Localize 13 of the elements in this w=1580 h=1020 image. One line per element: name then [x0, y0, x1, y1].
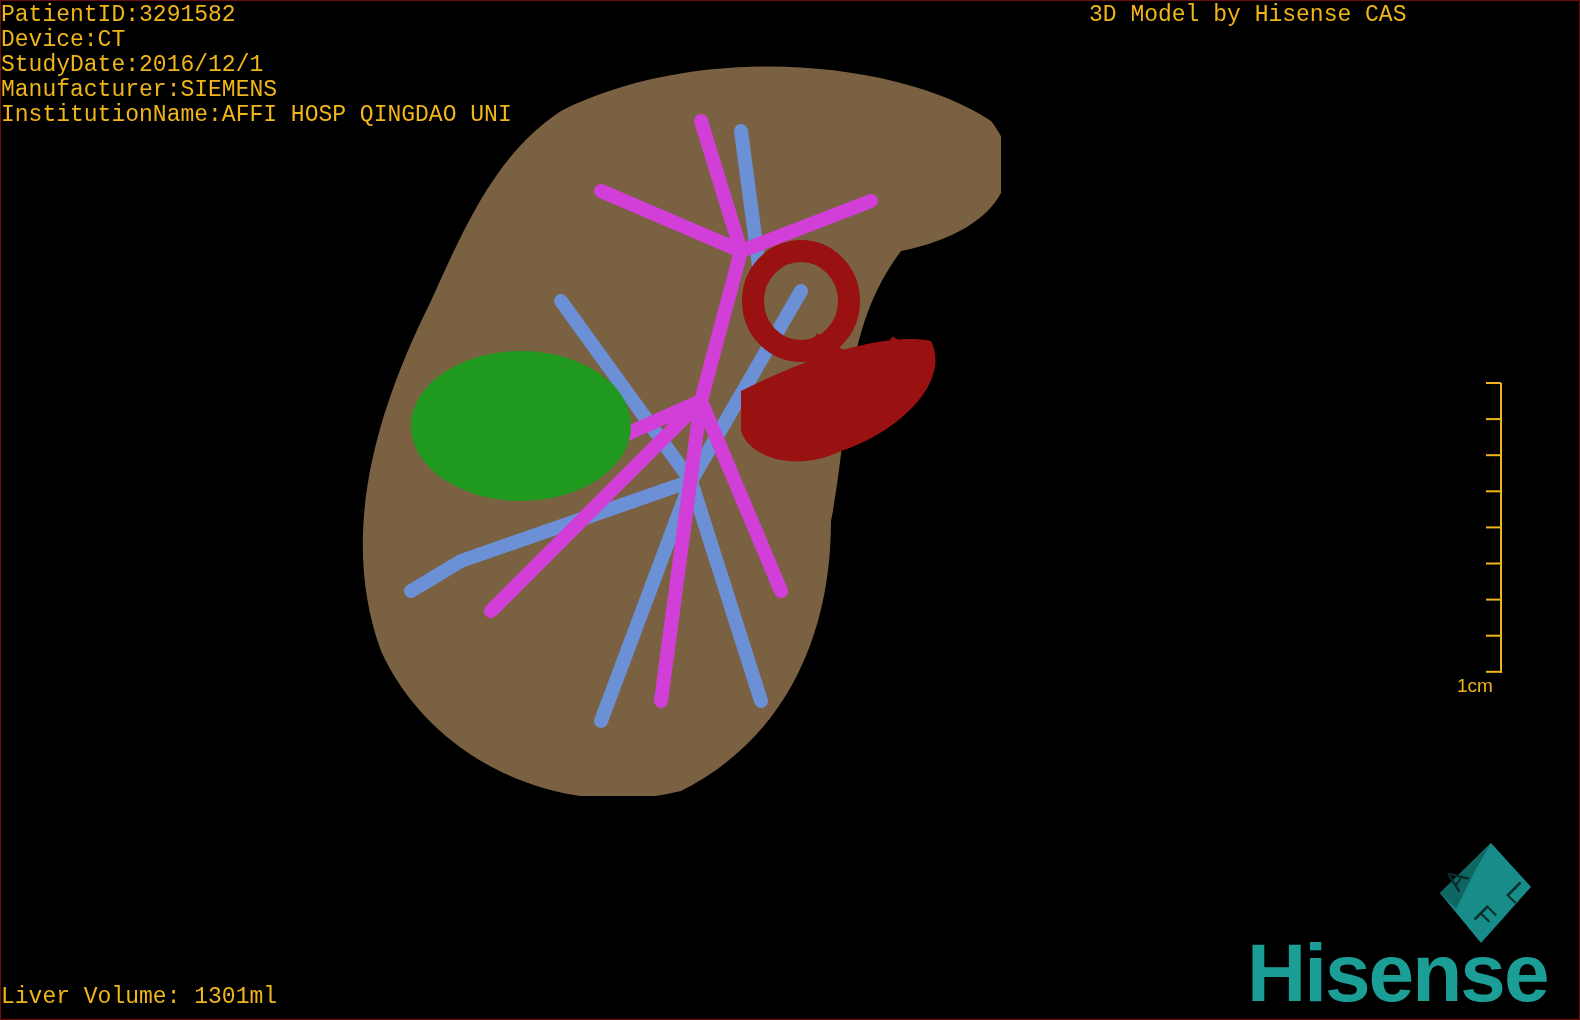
- cube-icon[interactable]: [1440, 843, 1531, 943]
- info-line: StudyDate:2016/12/1: [1, 53, 265, 78]
- cube-face-label: A: [1438, 863, 1475, 897]
- cube-face-label: F: [1467, 899, 1502, 934]
- info-line: InstitutionName:AFFI HOSP QINGDAO UNI: [1, 103, 512, 128]
- cube-face-label: L: [1500, 875, 1534, 909]
- scale-label: 1cm: [1457, 675, 1493, 697]
- info-line: Device:CT: [1, 28, 127, 53]
- info-line: Manufacturer:SIEMENS: [1, 78, 279, 103]
- info-line: PatientID:3291582: [1, 3, 237, 28]
- liver-volume-label: Liver Volume: 1301ml: [1, 985, 278, 1010]
- model-caption: 3D Model by Hisense CAS: [1089, 3, 1407, 28]
- brand-logo: Hisense: [1247, 933, 1548, 1013]
